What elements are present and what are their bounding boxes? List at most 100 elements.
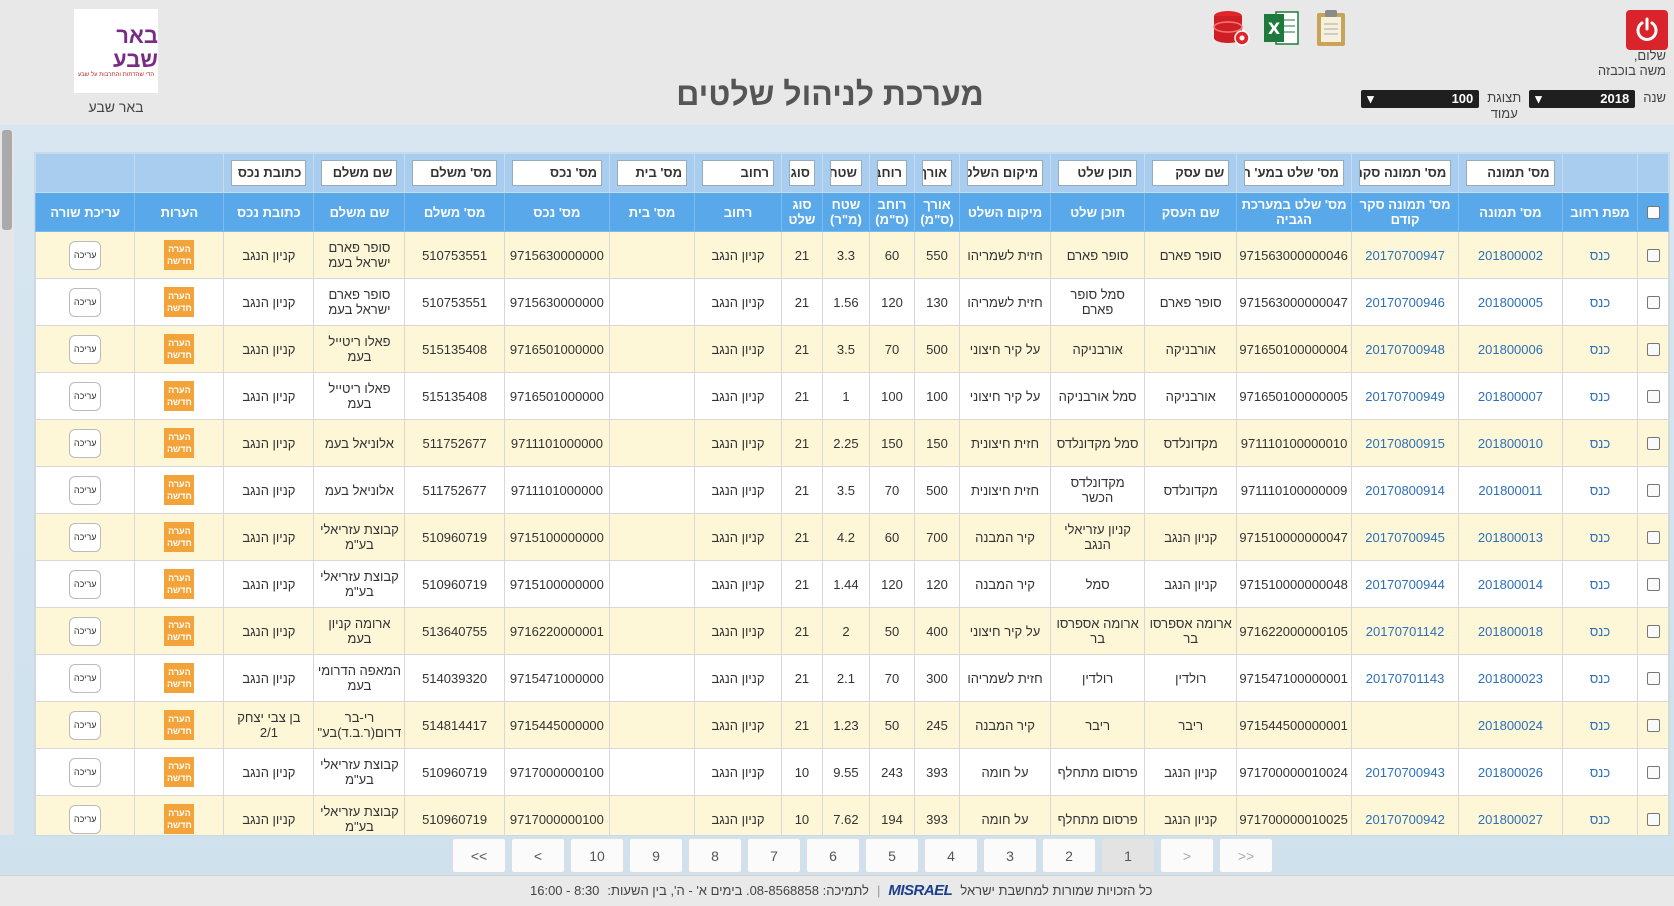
cell-prev[interactable]: 20170700943 xyxy=(1350,748,1460,796)
column-header-edit[interactable]: עריכת שורה xyxy=(35,192,136,232)
filter-input-prev[interactable]: מס' תמונה סקר ק xyxy=(1358,160,1452,186)
page-button[interactable]: < xyxy=(511,838,565,873)
row-checkbox[interactable] xyxy=(1646,577,1660,591)
edit-row-button[interactable]: עריכה xyxy=(69,334,102,364)
column-header-asset_addr[interactable]: כתובת נכס xyxy=(223,192,315,232)
cell-pic[interactable]: 201800027 xyxy=(1458,795,1563,835)
edit-row-button[interactable]: עריכה xyxy=(69,475,102,505)
new-note-button[interactable]: הערה חדשה xyxy=(164,428,195,458)
column-header-length[interactable]: אורך (ס"מ) xyxy=(913,192,961,232)
new-note-button[interactable]: הערה חדשה xyxy=(164,616,195,646)
logout-button[interactable] xyxy=(1626,10,1668,50)
page-button[interactable]: > xyxy=(1160,838,1214,873)
page-button[interactable]: 4 xyxy=(924,838,978,873)
column-header-content[interactable]: תוכן שלט xyxy=(1050,192,1146,232)
page-button[interactable]: 2 xyxy=(1042,838,1096,873)
cell-pic[interactable]: 201800011 xyxy=(1458,466,1563,514)
cell-pic[interactable]: 201800013 xyxy=(1458,513,1563,561)
page-button[interactable]: 9 xyxy=(629,838,683,873)
row-checkbox[interactable] xyxy=(1646,436,1660,450)
cell-prev[interactable]: 20170700945 xyxy=(1350,513,1460,561)
year-select[interactable]: 2018 ▾ xyxy=(1529,90,1636,108)
filter-input-payer_no[interactable]: מס' משלם xyxy=(412,160,497,186)
new-note-button[interactable]: הערה חדשה xyxy=(164,381,195,411)
filter-input-asset[interactable]: מס' נכס xyxy=(511,160,603,186)
filter-input-business[interactable]: שם עסק xyxy=(1152,160,1230,186)
filter-input-payer[interactable]: שם משלם xyxy=(321,160,398,186)
new-note-button[interactable]: הערה חדשה xyxy=(164,240,195,270)
clipboard-button[interactable] xyxy=(1310,8,1352,48)
edit-row-button[interactable]: עריכה xyxy=(69,240,102,270)
row-checkbox[interactable] xyxy=(1646,342,1660,356)
street-map-link[interactable]: כנס xyxy=(1561,654,1639,702)
cell-prev[interactable]: 20170800915 xyxy=(1350,419,1460,467)
page-button[interactable]: 3 xyxy=(983,838,1037,873)
street-map-link[interactable]: כנס xyxy=(1561,466,1639,514)
column-header-area[interactable]: שטח (מ"ר) xyxy=(821,192,870,232)
street-map-link[interactable]: כנס xyxy=(1561,795,1639,835)
new-note-button[interactable]: הערה חדשה xyxy=(164,663,195,693)
cell-pic[interactable]: 201800014 xyxy=(1458,560,1563,608)
page-button[interactable]: 10 xyxy=(570,838,624,873)
edit-row-button[interactable]: עריכה xyxy=(69,381,102,411)
cell-pic[interactable]: 201800006 xyxy=(1458,325,1563,373)
filter-input-street[interactable]: רחוב xyxy=(702,160,774,186)
cell-pic[interactable]: 201800023 xyxy=(1458,654,1563,702)
row-checkbox[interactable] xyxy=(1646,765,1660,779)
street-map-link[interactable]: כנס xyxy=(1561,231,1639,279)
row-checkbox[interactable] xyxy=(1646,624,1660,638)
cell-prev[interactable]: 20170700942 xyxy=(1350,795,1460,835)
cell-prev[interactable]: 20170700949 xyxy=(1350,372,1460,420)
filter-input-house[interactable]: מס' בית xyxy=(617,160,688,186)
scrollbar-thumb[interactable] xyxy=(2,130,12,230)
edit-row-button[interactable]: עריכה xyxy=(69,804,102,834)
street-map-link[interactable]: כנס xyxy=(1561,701,1639,749)
filter-input-sign_no[interactable]: מס' שלט במע' הגב xyxy=(1244,160,1344,186)
street-map-link[interactable]: כנס xyxy=(1561,560,1639,608)
row-checkbox[interactable] xyxy=(1646,812,1660,826)
column-header-notes[interactable]: הערות xyxy=(134,192,225,232)
page-size-select[interactable]: 100 ▾ xyxy=(1361,90,1480,108)
filter-input-width[interactable]: רוחב xyxy=(876,160,907,186)
page-button[interactable]: 7 xyxy=(747,838,801,873)
filter-input-pic[interactable]: מס' תמונה xyxy=(1466,160,1555,186)
row-checkbox[interactable] xyxy=(1646,530,1660,544)
row-checkbox[interactable] xyxy=(1646,295,1660,309)
cell-pic[interactable]: 201800002 xyxy=(1458,231,1563,279)
cell-pic[interactable]: 201800018 xyxy=(1458,607,1563,655)
street-map-link[interactable]: כנס xyxy=(1561,513,1639,561)
filter-input-content[interactable]: תוכן שלט xyxy=(1058,160,1138,186)
cell-prev[interactable]: 20170800914 xyxy=(1350,466,1460,514)
street-map-link[interactable]: כנס xyxy=(1561,419,1639,467)
column-header-map[interactable]: מפת רחוב xyxy=(1561,192,1639,232)
column-header-width[interactable]: רוחב (ס"מ) xyxy=(868,192,915,232)
edit-row-button[interactable]: עריכה xyxy=(69,616,102,646)
column-header-type[interactable]: סוג שלט xyxy=(780,192,823,232)
cell-prev[interactable] xyxy=(1350,701,1460,749)
filter-input-type[interactable]: סוג של xyxy=(788,160,815,186)
cell-pic[interactable]: 201800026 xyxy=(1458,748,1563,796)
edit-row-button[interactable]: עריכה xyxy=(69,710,102,740)
database-settings-button[interactable] xyxy=(1210,8,1252,48)
street-map-link[interactable]: כנס xyxy=(1561,278,1639,326)
cell-prev[interactable]: 20170701143 xyxy=(1350,654,1460,702)
page-button[interactable]: 8 xyxy=(688,838,742,873)
new-note-button[interactable]: הערה חדשה xyxy=(164,757,195,787)
street-map-link[interactable]: כנס xyxy=(1561,607,1639,655)
row-checkbox[interactable] xyxy=(1646,389,1660,403)
edit-row-button[interactable]: עריכה xyxy=(69,757,102,787)
page-button[interactable]: >> xyxy=(1219,838,1273,873)
page-button[interactable]: << xyxy=(452,838,506,873)
street-map-link[interactable]: כנס xyxy=(1561,372,1639,420)
new-note-button[interactable]: הערה חדשה xyxy=(164,334,195,364)
filter-input-asset_addr[interactable]: כתובת נכס xyxy=(231,160,307,186)
row-checkbox[interactable] xyxy=(1646,248,1660,262)
header-select-all[interactable] xyxy=(1637,192,1669,232)
column-header-house[interactable]: מס' בית xyxy=(609,192,696,232)
edit-row-button[interactable]: עריכה xyxy=(69,569,102,599)
cell-pic[interactable]: 201800024 xyxy=(1458,701,1563,749)
cell-prev[interactable]: 20170700947 xyxy=(1350,231,1460,279)
edit-row-button[interactable]: עריכה xyxy=(69,663,102,693)
column-header-street[interactable]: רחוב xyxy=(694,192,782,232)
column-header-sign_no[interactable]: מס' שלט במערכת הגביה xyxy=(1236,192,1352,232)
